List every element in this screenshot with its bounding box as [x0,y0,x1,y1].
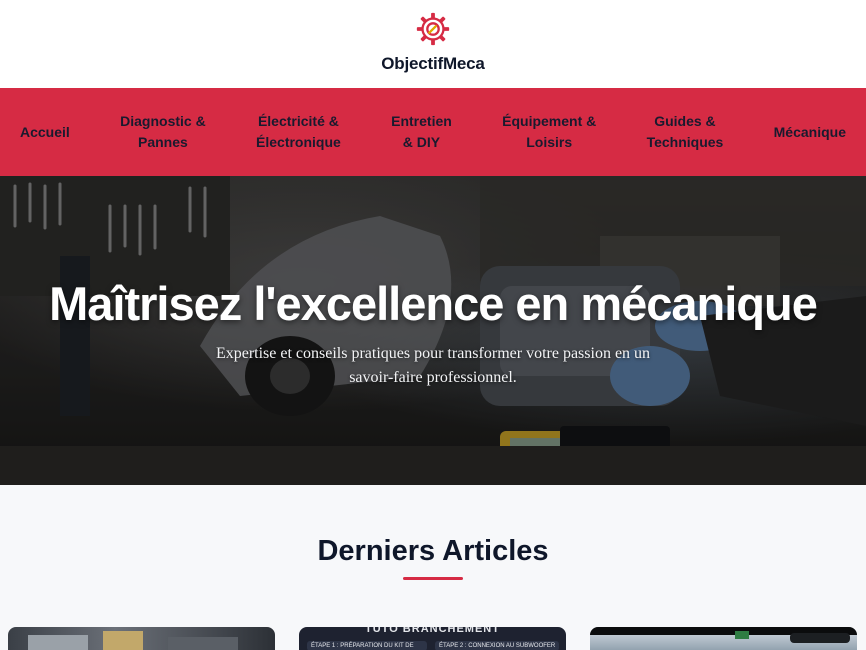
article-thumbnail-step: ÉTAPE 1 : PRÉPARATION DU KIT DE CÂBLAGE [307,641,427,650]
article-thumbnail-banner: TUTO BRANCHEMENT [365,627,500,635]
nav-item-label: Entretien & DIY [391,113,452,150]
nav-item-guides[interactable]: Guides & Techniques [647,111,724,153]
nav-item-equipement[interactable]: Équipement & Loisirs [502,111,596,153]
hero-subtitle: Expertise et conseils pratiques pour tra… [215,345,651,386]
hero-title: Maîtrisez l'excellence en mécanique [49,277,818,330]
nav-item-label: Mécanique [773,123,846,140]
article-thumbnail [28,631,238,650]
nav-item-accueil[interactable]: Accueil [20,122,70,143]
title-underline [403,577,463,580]
hero-banner: Maîtrisez l'excellence en mécanique Expe… [0,176,866,485]
nav-item-label: Équipement & Loisirs [502,113,597,150]
nav-item-label: Guides & Techniques [646,113,724,150]
latest-articles-section: Derniers Articles TUTO BRANCHEMENT ÉTAPE… [0,485,866,650]
article-card-1[interactable] [8,627,275,650]
main-nav: Accueil Diagnostic & Pannes Électricité … [0,88,866,176]
article-thumbnail [590,627,857,643]
gear-wrench-icon[interactable] [414,10,452,48]
article-card-3[interactable] [590,627,857,650]
article-thumbnail-step: ÉTAPE 2 : CONNEXION AU SUBWOOFER ET AMPL… [435,641,559,650]
nav-item-label: Électricité & Électronique [256,113,341,150]
section-title: Derniers Articles [317,535,549,567]
article-card-2[interactable]: TUTO BRANCHEMENT ÉTAPE 1 : PRÉPARATION D… [299,627,566,650]
nav-item-label: Accueil [20,123,70,140]
site-header: ObjectifMeca [0,0,866,88]
nav-item-diagnostic[interactable]: Diagnostic & Pannes [120,111,206,153]
nav-item-label: Diagnostic & Pannes [120,113,206,150]
nav-item-electricite[interactable]: Électricité & Électronique [256,111,341,153]
brand-name[interactable]: ObjectifMeca [381,54,485,74]
nav-item-entretien[interactable]: Entretien & DIY [391,111,452,153]
nav-item-mecanique[interactable]: Mécanique [774,122,846,143]
